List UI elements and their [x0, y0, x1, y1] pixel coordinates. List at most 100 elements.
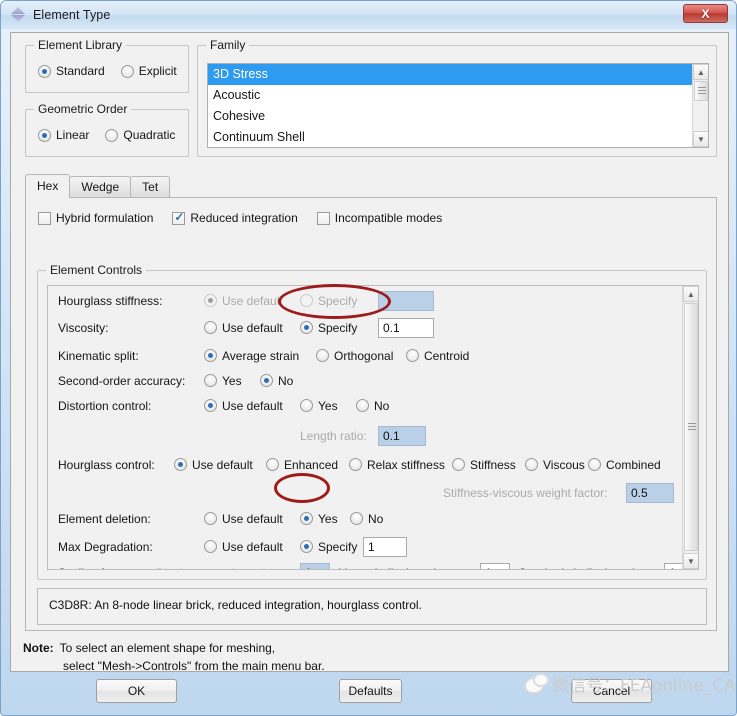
radio-label-viscosity-default: Use default — [222, 320, 283, 335]
family-listbox[interactable]: 3D Stress Acoustic Cohesive Continuum Sh… — [207, 63, 709, 148]
checkbox-label-reduced-integration: Reduced integration — [190, 211, 298, 225]
radio-dot-quadratic — [105, 128, 119, 142]
radio-label-standard: Standard — [56, 64, 105, 78]
scroll-down-arrow-icon[interactable]: ▼ — [693, 131, 708, 147]
radio-dot-explicit — [120, 64, 134, 78]
label-second-order-accuracy: Second-order accuracy: — [58, 373, 186, 388]
label-distortion-control: Distortion control: — [58, 398, 152, 413]
radio-label-hgc-relax: Relax stiffness — [367, 457, 445, 472]
close-button[interactable]: X — [683, 4, 728, 23]
checkbox-hybrid-formulation[interactable]: Hybrid formulation — [38, 211, 153, 225]
radio-distortion-no[interactable]: No — [356, 399, 389, 413]
tab-wedge[interactable]: Wedge — [69, 176, 132, 198]
label-hourglass-control: Hourglass control: — [58, 457, 155, 472]
radio-label-ed-yes: Yes — [318, 511, 338, 526]
radio-hg-control-enhanced[interactable]: Enhanced — [266, 458, 338, 472]
radio-dot-ed-default — [204, 512, 217, 525]
radio-kinematic-centroid[interactable]: Centroid — [406, 349, 469, 363]
radio-second-order-no[interactable]: No — [260, 374, 293, 388]
note-prefix: Note: — [23, 641, 54, 655]
scroll-up-arrow-icon[interactable]: ▲ — [683, 286, 698, 302]
checkbox-reduced-integration[interactable]: Reduced integration — [172, 210, 298, 225]
radio-label-ed-no: No — [368, 511, 384, 526]
radio-hg-control-stiffness[interactable]: Stiffness — [452, 458, 516, 472]
checkbox-box-hybrid — [38, 211, 51, 225]
input-max-degradation[interactable]: 1 — [363, 536, 407, 557]
radio-geometric-order-quadratic[interactable]: Quadratic — [105, 128, 175, 142]
radio-kinematic-orthogonal[interactable]: Orthogonal — [316, 349, 393, 363]
list-item[interactable]: 3D Stress — [208, 64, 708, 85]
label-displacement-hourglass: Displacement hourglass: — [156, 566, 287, 570]
radio-viscosity-use-default[interactable]: Use default — [204, 321, 283, 335]
radio-geometric-order-linear[interactable]: Linear — [38, 128, 89, 142]
radio-dot-viscosity-specify — [300, 321, 313, 334]
radio-label-quadratic: Quadratic — [123, 128, 176, 142]
radio-second-order-yes[interactable]: Yes — [204, 374, 242, 388]
checkbox-label-incompatible-modes: Incompatible modes — [334, 211, 443, 225]
checkbox-incompatible-modes[interactable]: Incompatible modes — [316, 211, 443, 225]
radio-distortion-yes[interactable]: Yes — [300, 399, 338, 413]
input-viscosity[interactable]: 0.1 — [378, 317, 434, 338]
list-item[interactable]: Cohesive — [208, 106, 708, 127]
element-controls-pane: Hourglass stiffness: Use default Specify — [47, 285, 699, 570]
hex-tab-panel: Hybrid formulation Reduced integration I… — [25, 197, 717, 631]
radio-label-soa-yes: Yes — [222, 373, 242, 388]
list-item[interactable]: Continuum Shell — [208, 127, 708, 147]
input-hourglass-stiffness — [378, 290, 434, 311]
radio-kinematic-average-strain[interactable]: Average strain — [204, 349, 299, 363]
radio-dot-hg-stiff-specify — [300, 294, 313, 307]
title-bar[interactable]: Element Type X — [1, 1, 736, 29]
scroll-up-arrow-icon[interactable]: ▲ — [693, 64, 708, 80]
radio-label-distortion-yes: Yes — [318, 398, 338, 413]
radio-label-soa-no: No — [278, 373, 294, 388]
scroll-down-arrow-icon[interactable]: ▼ — [683, 553, 698, 569]
radio-element-deletion-yes[interactable]: Yes — [300, 512, 338, 526]
label-max-degradation: Max Degradation: — [58, 539, 153, 554]
list-item[interactable]: Acoustic — [208, 85, 708, 106]
radio-dot-hg-stiff-default — [204, 294, 217, 307]
radio-hg-control-viscous[interactable]: Viscous — [525, 458, 585, 472]
defaults-button[interactable]: Defaults — [339, 679, 402, 703]
radio-dot-ed-yes — [300, 512, 313, 525]
radio-element-deletion-no[interactable]: No — [350, 512, 383, 526]
scrollbar-thumb[interactable] — [684, 303, 698, 551]
row-element-deletion: Element deletion: Use default Yes No — [48, 506, 698, 531]
radio-label-md-specify: Specify — [318, 539, 358, 554]
radio-max-degradation-specify[interactable]: Specify — [300, 540, 357, 554]
family-scrollbar[interactable]: ▲ ▼ — [692, 64, 708, 147]
row-second-order-accuracy: Second-order accuracy: Yes No — [48, 368, 698, 393]
ok-button[interactable]: OK — [96, 679, 177, 703]
radio-dot-centroid — [406, 349, 419, 362]
radio-dot-distortion-default — [204, 399, 217, 412]
label-quadratic-bulk-viscosity: Quadratic bulk viscosity: — [518, 566, 647, 570]
radio-element-library-explicit[interactable]: Explicit — [120, 64, 177, 78]
input-linear-bulk-viscosity[interactable]: 1 — [480, 562, 510, 569]
element-controls-scrollbar[interactable]: ▲ ▼ — [682, 286, 698, 569]
scrollbar-thumb[interactable] — [694, 81, 708, 101]
radio-element-library-standard[interactable]: Standard — [38, 64, 105, 78]
radio-hg-control-relax-stiffness[interactable]: Relax stiffness — [349, 458, 445, 472]
radio-label-centroid: Centroid — [424, 348, 470, 363]
radio-element-deletion-use-default[interactable]: Use default — [204, 512, 283, 526]
element-type-dialog: Element Type X Element Library Standard … — [0, 0, 737, 716]
radio-max-degradation-use-default[interactable]: Use default — [204, 540, 283, 554]
radio-viscosity-specify[interactable]: Specify — [300, 321, 357, 335]
row-length-ratio: Length ratio: 0.1 — [48, 423, 698, 448]
radio-label-hgc-viscous: Viscous — [543, 457, 585, 472]
input-stiffness-viscous-weight-factor: 0.5 — [626, 482, 674, 503]
label-scaling-factors: Scaling factors: — [58, 566, 140, 570]
radio-distortion-use-default[interactable]: Use default — [204, 399, 283, 413]
tab-tet[interactable]: Tet — [130, 176, 171, 198]
cancel-button[interactable]: Cancel — [571, 679, 652, 703]
radio-dot-linear — [38, 128, 51, 142]
radio-dot-hgc-relax — [349, 458, 362, 471]
label-stiffness-viscous-weight-factor: Stiffness-viscous weight factor: — [443, 485, 608, 500]
label-hourglass-stiffness: Hourglass stiffness: — [58, 293, 163, 308]
input-length-ratio: 0.1 — [378, 425, 426, 446]
radio-dot-distortion-yes — [300, 399, 313, 412]
tab-hex[interactable]: Hex — [25, 174, 71, 198]
radio-label-distortion-default: Use default — [222, 398, 283, 413]
family-legend: Family — [206, 38, 250, 52]
radio-hg-control-use-default[interactable]: Use default — [174, 458, 253, 472]
radio-hg-control-combined[interactable]: Combined — [588, 458, 661, 472]
